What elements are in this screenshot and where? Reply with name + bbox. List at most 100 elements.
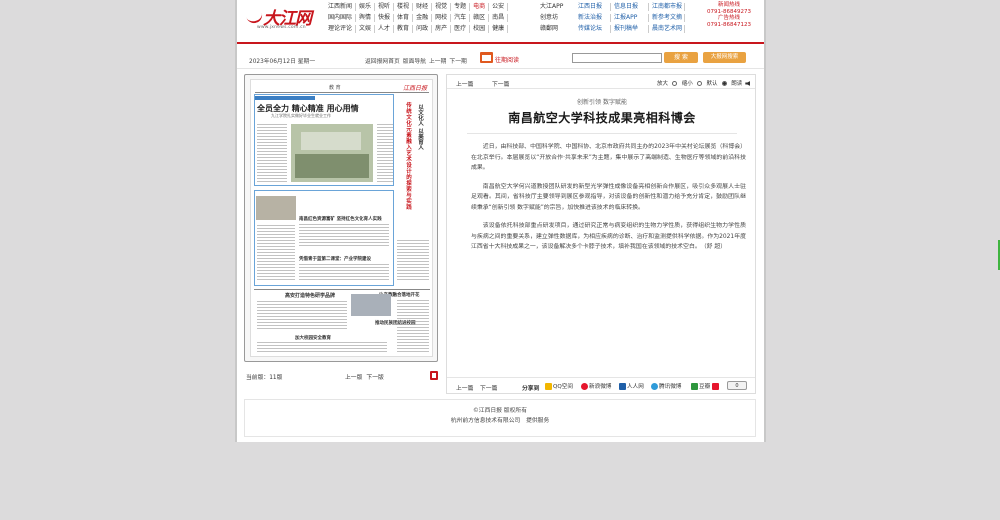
tencent-weibo-icon (651, 382, 658, 390)
share-label: 分享到 (522, 386, 540, 392)
next-article-link[interactable]: 下一篇 (492, 79, 509, 88)
media-link[interactable]: 新法治报 (575, 14, 611, 22)
paper-divider (254, 289, 430, 290)
nav-item[interactable]: 网校 (432, 14, 452, 22)
home-link[interactable]: 返回报网首页 (365, 59, 400, 65)
media-link[interactable]: 江报APP (611, 14, 649, 22)
article-paragraph: 该设备依托科技部重点研发项目，通过研究正常与病变组织的生物力学性质，获得组织生物… (471, 223, 746, 250)
next-issue-link[interactable]: 下一期 (449, 59, 466, 65)
paper-article-title[interactable]: 南昌红色资源富矿 坚持红色文化育人实践 (299, 216, 382, 222)
article-body: 近日，由科技部、中国科学院、中国科协、北京市政府共同主办的2023年中关村论坛展… (471, 142, 746, 261)
nav-item[interactable]: 楼视 (394, 3, 414, 11)
site-search-button[interactable]: 大报网搜索 (703, 52, 746, 63)
paper-article-title[interactable]: 加大校园安全教育 (295, 335, 331, 341)
logo-url: www.jxnews.com.cn (257, 25, 306, 30)
nav-item[interactable]: 校园 (470, 25, 490, 33)
media-link[interactable]: 晨南艺术网 (649, 25, 685, 33)
toolbar: 2023年06月12日 星期一 返回报网首页 版面导航 上一期 下一期 往期阅读 搜 … (237, 49, 764, 69)
font-size-control: 放大 缩小 默认 朗读 (657, 79, 753, 87)
media-link[interactable]: 新参考文摘 (649, 14, 685, 22)
nav-item[interactable]: 理论评论 (325, 25, 357, 33)
main-nav: 江西新闻 娱乐 视听 楼视 财经 视觉 专题 电商 公安 国内国际 舆情 快报 … (325, 3, 509, 33)
nav-item[interactable]: 大江APP (537, 3, 566, 11)
page-footer: ©江西日报 版权所有 杭州前方信息技术有限公司 提供服务 (244, 400, 756, 437)
prev-article-link-bottom[interactable]: 上一篇 (456, 383, 473, 392)
nav-item[interactable]: 赣鄱网 (537, 25, 566, 33)
font-shrink-label: 缩小 (681, 81, 693, 87)
search-button[interactable]: 搜 索 (664, 52, 698, 63)
nav-item[interactable]: 教育 (394, 25, 414, 33)
search-input[interactable] (572, 53, 662, 63)
media-link[interactable]: 江西日报 (575, 3, 611, 11)
paper-section: 教 育 (329, 85, 341, 91)
nav-item[interactable]: 江西新闻 (325, 3, 357, 11)
nav-item[interactable]: 金融 (413, 14, 433, 22)
nav-item[interactable]: 国内国际 (325, 14, 357, 22)
radio-icon (696, 81, 702, 86)
current-page-label: 当前版： (246, 375, 270, 381)
media-link[interactable]: 江南都市报 (649, 3, 685, 11)
font-enlarge-option[interactable]: 放大 (657, 81, 678, 87)
nav-item[interactable]: 问政 (413, 25, 433, 33)
past-issue-button[interactable]: 往期阅读 (480, 52, 530, 64)
nav-extra: 大江APP 创意坊 赣鄱网 (537, 3, 566, 33)
next-page-link[interactable]: 下一版 (366, 375, 383, 381)
more-share-icon (712, 382, 720, 390)
nav-item[interactable]: 公安 (489, 3, 509, 11)
nav-item[interactable]: 房产 (432, 25, 452, 33)
title-divider (467, 133, 737, 134)
paper-text-column (257, 342, 387, 354)
share-count-button[interactable]: 0 (727, 381, 747, 390)
section-nav-link[interactable]: 版面导航 (403, 59, 426, 65)
nav-item[interactable]: 视觉 (432, 3, 452, 11)
paper-page-nav: 上一版 下一版 (345, 372, 388, 381)
epaper-page: 大江网 www.jxnews.com.cn 江西新闻 娱乐 视听 楼视 财经 视… (237, 0, 764, 442)
nav-item[interactable]: 快报 (375, 14, 395, 22)
nav-item[interactable]: 文娱 (356, 25, 376, 33)
nav-item[interactable]: 赣区 (470, 14, 490, 22)
nav-item[interactable]: 创意坊 (537, 14, 566, 22)
paper-vertical-title[interactable]: 传统文化元素融入艺术设计的探索与实践 (401, 102, 411, 210)
font-shrink-option[interactable]: 缩小 (682, 81, 702, 87)
nav-item[interactable]: 南昌 (489, 14, 509, 22)
share-tencent-weibo[interactable]: 腾讯微博 (651, 382, 681, 390)
media-link[interactable]: 报刊稿举 (611, 25, 649, 33)
nav-item[interactable]: 人才 (375, 25, 395, 33)
nav-item[interactable]: 健康 (489, 25, 509, 33)
nav-item[interactable]: 体育 (394, 14, 414, 22)
paper-photo (256, 196, 296, 220)
site-logo[interactable]: 大江网 www.jxnews.com.cn (246, 4, 321, 34)
font-default-option[interactable]: 默认 (707, 81, 727, 87)
share-qzone[interactable]: QQ空间 (545, 382, 573, 390)
prev-article-link[interactable]: 上一篇 (456, 79, 473, 88)
nav-item[interactable]: 舆情 (356, 14, 376, 22)
nav-item-highlight[interactable]: 电商 (470, 3, 490, 11)
nav-item[interactable]: 视听 (375, 3, 395, 11)
paper-article-title[interactable]: 凭借青于蓝第二课堂：产业学院建设 (299, 256, 371, 262)
share-renren[interactable]: 人人网 (619, 382, 644, 390)
paper-text-column (299, 264, 389, 282)
weibo-icon (581, 382, 588, 390)
nav-item[interactable]: 医疗 (451, 25, 471, 33)
nav-item[interactable]: 财经 (413, 3, 433, 11)
paper-page-frame: 教 育 江西日报 全员全力 精心精准 用心用情 九江学院扎实做好毕业生就业工作 … (244, 74, 438, 362)
media-link[interactable]: 传媒论坛 (575, 25, 611, 33)
share-douban[interactable]: 豆瓣 (691, 382, 720, 390)
prev-issue-link[interactable]: 上一期 (429, 59, 446, 65)
read-aloud-button[interactable]: 朗读 (731, 81, 751, 87)
header-divider (237, 42, 764, 44)
paper-page-image[interactable]: 教 育 江西日报 全员全力 精心精准 用心用情 九江学院扎实做好毕业生就业工作 … (250, 79, 433, 357)
media-link[interactable]: 信息日报 (611, 3, 649, 11)
next-article-link-bottom[interactable]: 下一篇 (480, 383, 497, 392)
paper-article-title[interactable]: 高安打造特色研学品牌 (285, 292, 335, 299)
prev-page-link[interactable]: 上一版 (345, 375, 362, 381)
ad-hotline-number: 0791-86847123 (707, 21, 751, 28)
paper-text-column (257, 124, 287, 182)
nav-item[interactable]: 专题 (451, 3, 471, 11)
renren-icon (619, 382, 626, 390)
share-weibo[interactable]: 新浪微博 (581, 382, 611, 390)
nav-item[interactable]: 汽车 (451, 14, 471, 22)
hotline-box: 新闻热线 0791-86849273 广告热线 0791-86847123 (699, 2, 759, 28)
pdf-download-icon[interactable] (430, 371, 438, 380)
nav-item[interactable]: 娱乐 (356, 3, 376, 11)
